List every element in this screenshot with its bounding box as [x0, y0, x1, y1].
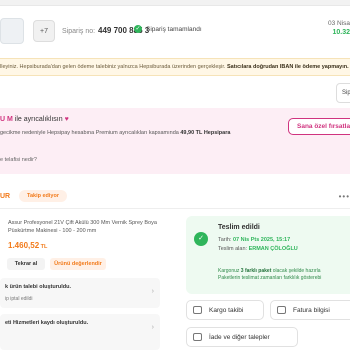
- chevron-right-icon: ›: [151, 288, 154, 295]
- invoice-info-button[interactable]: Fatura bilgisi: [270, 300, 350, 320]
- premium-banner: U M ile ayrıcalıklısın ♥ gecikme nedeniyl…: [0, 108, 350, 174]
- delivery-date: Tarih: 07 Nis Pts 2025, 15:17: [218, 237, 291, 243]
- document-icon: [277, 306, 286, 314]
- order-status: ✓ Sipariş tamamlandı: [134, 25, 202, 33]
- truck-icon: [193, 306, 202, 314]
- top-divider: [0, 0, 350, 6]
- check-icon: ✓: [134, 25, 142, 33]
- delivery-status-card: ✓ Teslim edildi Tarih: 07 Nis Pts 2025, …: [186, 216, 350, 294]
- compensation-info-link[interactable]: e telafisi nedir?: [0, 157, 37, 163]
- following-badge[interactable]: Takip ediyor: [19, 190, 67, 202]
- payment-warning-notice: lleyiniz. Hepsiburada'dan gelen ödeme ta…: [0, 58, 350, 76]
- special-offer-button[interactable]: Sana özel fırsatla: [288, 118, 350, 135]
- more-options-icon[interactable]: •••: [339, 192, 350, 201]
- rate-product-button[interactable]: Ürünü değerlendir: [50, 258, 106, 270]
- order-header: +7 Sipariş no: 449 700 885 3 ✓ Sipariş t…: [0, 16, 350, 48]
- section-divider: [0, 208, 350, 209]
- order-details-button[interactable]: Sip: [336, 83, 350, 103]
- product-name[interactable]: Assur Profesyonel 21V Çift Akülü 300 Mm …: [8, 219, 158, 235]
- return-request-card[interactable]: k ürün talebi oluşturuldu. ip iptal edil…: [0, 278, 160, 308]
- chevron-right-icon: ›: [151, 324, 154, 331]
- seller-name[interactable]: UR: [0, 193, 10, 200]
- delivered-box-icon: ✓: [194, 232, 208, 246]
- returns-requests-button[interactable]: İade ve diğer talepler: [186, 327, 298, 347]
- premium-title: U M ile ayrıcalıklısın ♥: [0, 116, 69, 123]
- delivery-package-note: Kargonuz 3 farklı paket olacak şekilde h…: [218, 268, 322, 281]
- service-record-card[interactable]: eti Hizmetleri kaydı oluşturuldu. ›: [0, 314, 160, 350]
- order-date: 03 Nisa 10.32: [327, 20, 350, 36]
- more-products-badge[interactable]: +7: [33, 20, 55, 42]
- delivery-title: Teslim edildi: [218, 224, 260, 231]
- premium-description: gecikme nedeniyle Hepsipay hesabına Prem…: [0, 130, 231, 136]
- return-icon: [193, 333, 202, 341]
- delivery-receiver: Teslim alan: ERMAN ÇÖLOĞLU: [218, 246, 298, 252]
- heart-icon: ♥: [64, 116, 69, 123]
- buy-again-button[interactable]: Tekrar al: [7, 258, 45, 270]
- product-thumbnail[interactable]: [0, 18, 24, 44]
- product-price: 1.460,52 TL: [8, 241, 48, 250]
- cargo-tracking-button[interactable]: Kargo takibi: [186, 300, 264, 320]
